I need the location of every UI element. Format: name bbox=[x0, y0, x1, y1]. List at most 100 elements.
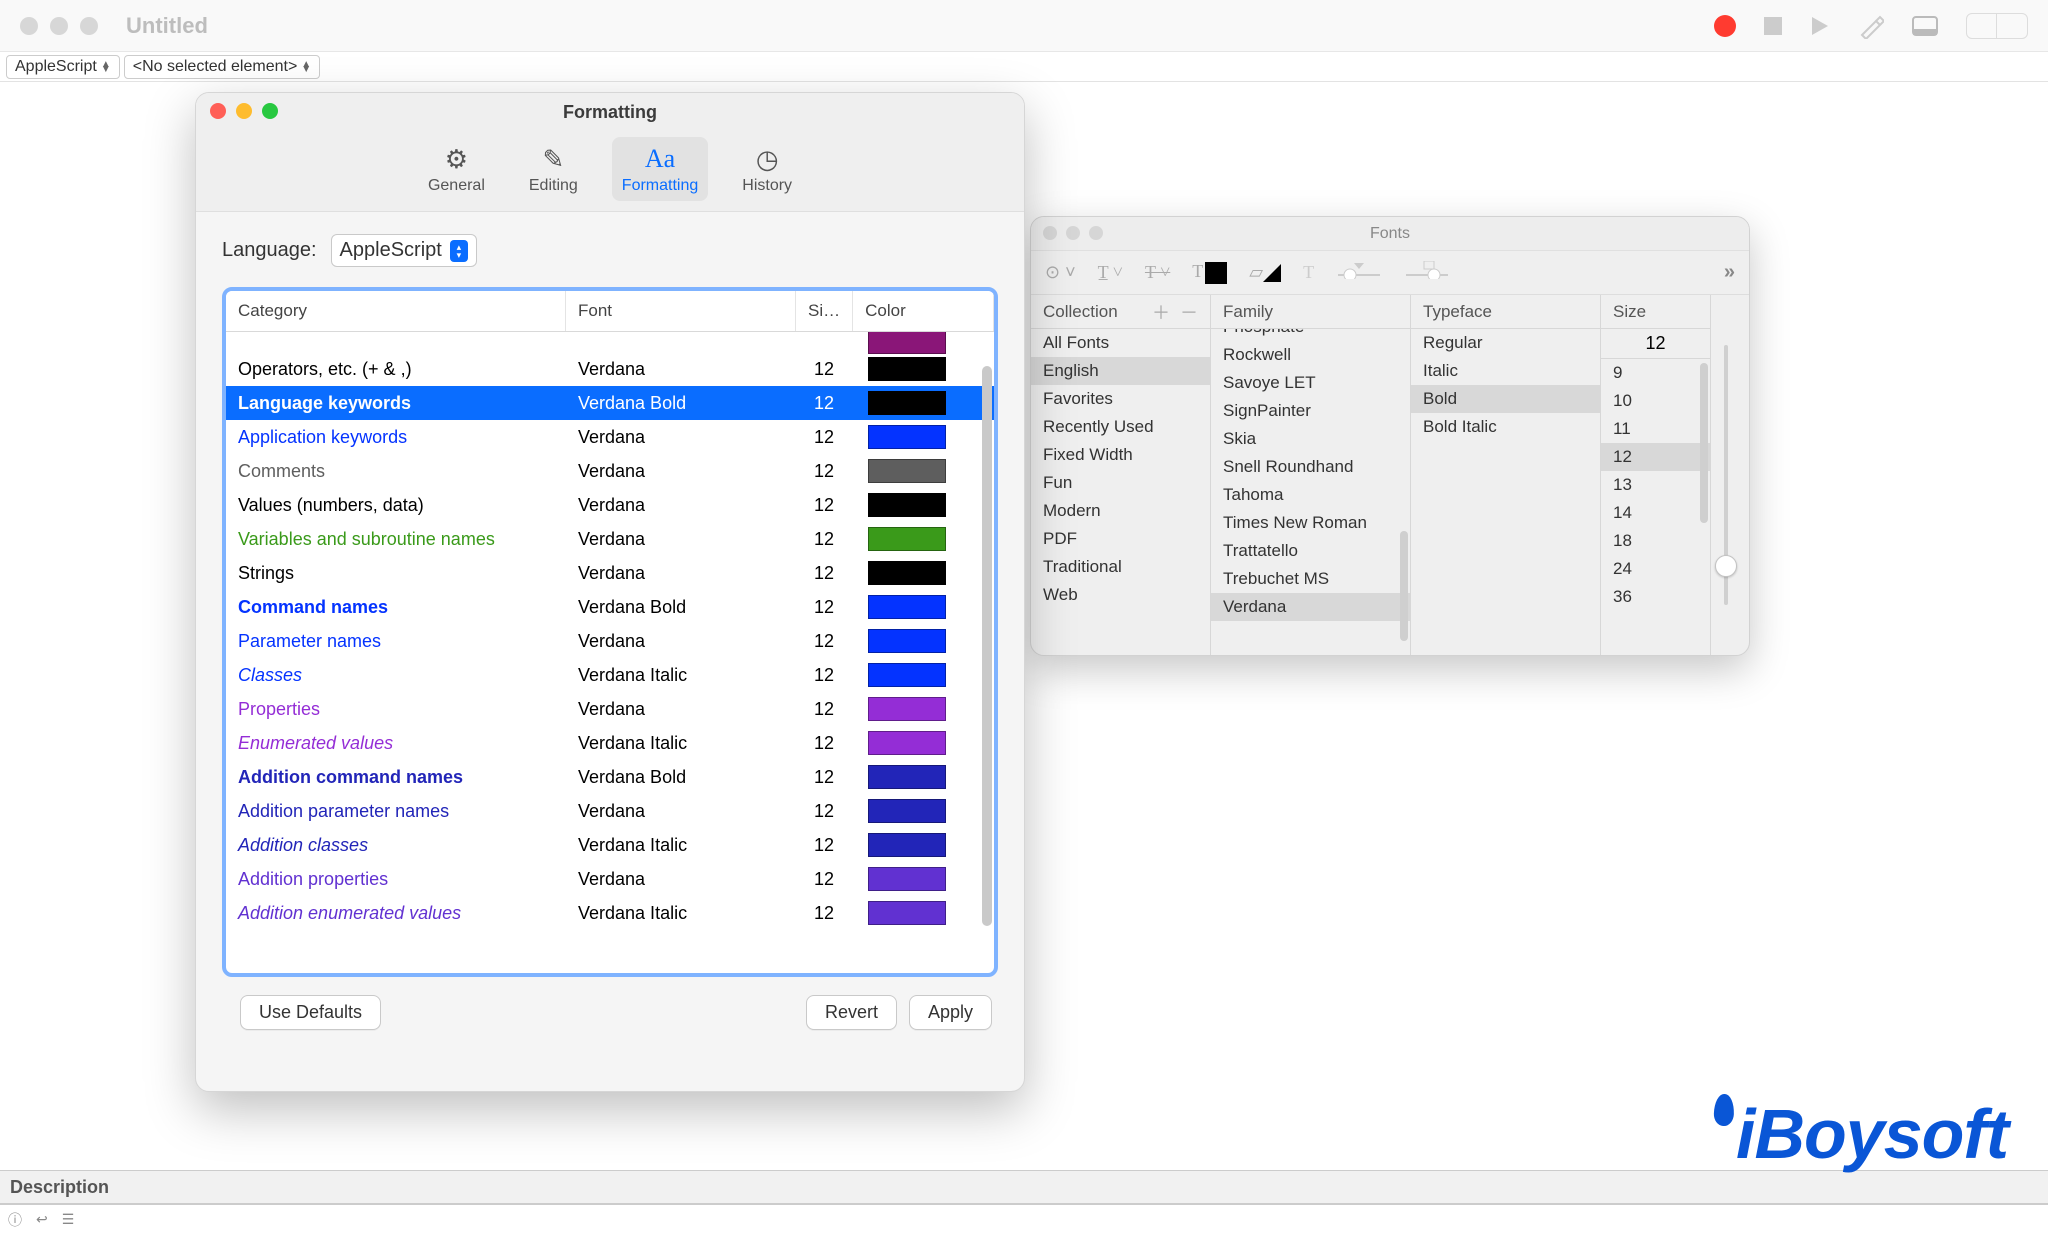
run-button[interactable] bbox=[1810, 15, 1830, 37]
family-item[interactable]: Phosphate bbox=[1211, 329, 1410, 341]
family-item[interactable]: Trebuchet MS bbox=[1211, 565, 1410, 593]
table-row[interactable]: Addition enumerated valuesVerdana Italic… bbox=[226, 896, 994, 930]
color-swatch[interactable] bbox=[868, 425, 946, 449]
table-row[interactable]: Values (numbers, data)Verdana12 bbox=[226, 488, 994, 522]
remove-collection-icon[interactable]: － bbox=[1180, 299, 1198, 325]
color-swatch[interactable] bbox=[868, 459, 946, 483]
table-row[interactable]: Command namesVerdana Bold12 bbox=[226, 590, 994, 624]
family-item[interactable]: SignPainter bbox=[1211, 397, 1410, 425]
typeface-item[interactable]: Bold bbox=[1411, 385, 1600, 413]
text-color-icon[interactable]: T bbox=[1192, 261, 1227, 284]
color-swatch[interactable] bbox=[868, 357, 946, 381]
size-item[interactable]: 9 bbox=[1601, 359, 1710, 387]
revert-button[interactable]: Revert bbox=[806, 995, 897, 1030]
family-item[interactable]: Times New Roman bbox=[1211, 509, 1410, 537]
collection-item[interactable]: All Fonts bbox=[1031, 329, 1210, 357]
table-row[interactable]: StringsVerdana12 bbox=[226, 556, 994, 590]
minimize-button[interactable] bbox=[1066, 226, 1080, 240]
color-swatch[interactable] bbox=[868, 332, 946, 354]
family-item[interactable]: Tahoma bbox=[1211, 481, 1410, 509]
collection-item[interactable]: English bbox=[1031, 357, 1210, 385]
language-select[interactable]: AppleScript▴▾ bbox=[331, 234, 477, 267]
column-font[interactable]: Font bbox=[566, 291, 796, 331]
family-item[interactable]: Trattatello bbox=[1211, 537, 1410, 565]
tab-general[interactable]: ⚙︎General bbox=[418, 137, 495, 201]
scrollbar[interactable] bbox=[982, 336, 992, 969]
stop-button[interactable] bbox=[1764, 17, 1782, 35]
color-swatch[interactable] bbox=[868, 901, 946, 925]
table-row[interactable]: Language keywordsVerdana Bold12 bbox=[226, 386, 994, 420]
typeface-item[interactable]: Italic bbox=[1411, 357, 1600, 385]
size-input[interactable]: 12 bbox=[1601, 329, 1710, 359]
collection-item[interactable]: PDF bbox=[1031, 525, 1210, 553]
close-button[interactable] bbox=[210, 103, 226, 119]
typeface-item[interactable]: Bold Italic bbox=[1411, 413, 1600, 441]
color-swatch[interactable] bbox=[868, 629, 946, 653]
color-swatch[interactable] bbox=[868, 833, 946, 857]
table-row-partial[interactable] bbox=[226, 332, 994, 352]
table-row[interactable]: ClassesVerdana Italic12 bbox=[226, 658, 994, 692]
family-item[interactable]: Verdana bbox=[1211, 593, 1410, 621]
view-segmented[interactable] bbox=[1966, 13, 2028, 39]
collection-item[interactable]: Traditional bbox=[1031, 553, 1210, 581]
zoom-button[interactable] bbox=[1089, 226, 1103, 240]
underline-icon[interactable]: T̲ ˅ bbox=[1098, 262, 1123, 283]
table-row[interactable]: Operators, etc. (+ & ,)Verdana12 bbox=[226, 352, 994, 386]
compile-button[interactable] bbox=[1858, 13, 1884, 39]
column-category[interactable]: Category bbox=[226, 291, 566, 331]
shadow-slider-1[interactable] bbox=[1336, 261, 1382, 284]
return-icon[interactable]: ↩ bbox=[36, 1211, 48, 1228]
zoom-button[interactable] bbox=[262, 103, 278, 119]
color-swatch[interactable] bbox=[868, 391, 946, 415]
color-swatch[interactable] bbox=[868, 561, 946, 585]
close-button[interactable] bbox=[20, 17, 38, 35]
minimize-button[interactable] bbox=[236, 103, 252, 119]
size-slider[interactable] bbox=[1711, 295, 1741, 655]
collection-item[interactable]: Fun bbox=[1031, 469, 1210, 497]
close-button[interactable] bbox=[1043, 226, 1057, 240]
table-row[interactable]: CommentsVerdana12 bbox=[226, 454, 994, 488]
family-item[interactable]: Snell Roundhand bbox=[1211, 453, 1410, 481]
use-defaults-button[interactable]: Use Defaults bbox=[240, 995, 381, 1030]
minimize-button[interactable] bbox=[50, 17, 68, 35]
color-swatch[interactable] bbox=[868, 867, 946, 891]
size-item[interactable]: 12 bbox=[1601, 443, 1710, 471]
family-item[interactable]: Skia bbox=[1211, 425, 1410, 453]
overflow-icon[interactable]: » bbox=[1724, 261, 1735, 284]
language-popup[interactable]: AppleScript▲▼ bbox=[6, 55, 120, 79]
size-item[interactable]: 10 bbox=[1601, 387, 1710, 415]
color-swatch[interactable] bbox=[868, 799, 946, 823]
show-bundle-button[interactable] bbox=[1912, 16, 1938, 36]
tab-history[interactable]: ◷History bbox=[732, 137, 802, 201]
strikethrough-icon[interactable]: T ˅ bbox=[1145, 262, 1170, 283]
table-row[interactable]: Addition parameter namesVerdana12 bbox=[226, 794, 994, 828]
table-row[interactable]: Addition command namesVerdana Bold12 bbox=[226, 760, 994, 794]
actions-menu-icon[interactable]: ⊙ ˅ bbox=[1045, 262, 1076, 283]
add-collection-icon[interactable]: ＋ bbox=[1152, 299, 1170, 325]
size-item[interactable]: 36 bbox=[1601, 583, 1710, 611]
table-row[interactable]: Parameter namesVerdana12 bbox=[226, 624, 994, 658]
info-icon[interactable]: ⓘ bbox=[8, 1210, 22, 1230]
table-row[interactable]: PropertiesVerdana12 bbox=[226, 692, 994, 726]
color-swatch[interactable] bbox=[868, 697, 946, 721]
color-swatch[interactable] bbox=[868, 493, 946, 517]
element-popup[interactable]: <No selected element>▲▼ bbox=[124, 55, 320, 79]
size-item[interactable]: 24 bbox=[1601, 555, 1710, 583]
table-row[interactable]: Application keywordsVerdana12 bbox=[226, 420, 994, 454]
table-row[interactable]: Enumerated valuesVerdana Italic12 bbox=[226, 726, 994, 760]
column-size[interactable]: Si… bbox=[796, 291, 853, 331]
color-swatch[interactable] bbox=[868, 527, 946, 551]
family-item[interactable]: Rockwell bbox=[1211, 341, 1410, 369]
size-item[interactable]: 13 bbox=[1601, 471, 1710, 499]
color-swatch[interactable] bbox=[868, 765, 946, 789]
collection-item[interactable]: Favorites bbox=[1031, 385, 1210, 413]
collection-item[interactable]: Web bbox=[1031, 581, 1210, 609]
family-item[interactable]: Savoye LET bbox=[1211, 369, 1410, 397]
tab-editing[interactable]: ✎Editing bbox=[519, 137, 588, 201]
record-button[interactable] bbox=[1714, 15, 1736, 37]
color-swatch[interactable] bbox=[868, 595, 946, 619]
size-item[interactable]: 11 bbox=[1601, 415, 1710, 443]
size-item[interactable]: 14 bbox=[1601, 499, 1710, 527]
table-row[interactable]: Addition propertiesVerdana12 bbox=[226, 862, 994, 896]
shadow-slider-2[interactable] bbox=[1404, 261, 1450, 284]
